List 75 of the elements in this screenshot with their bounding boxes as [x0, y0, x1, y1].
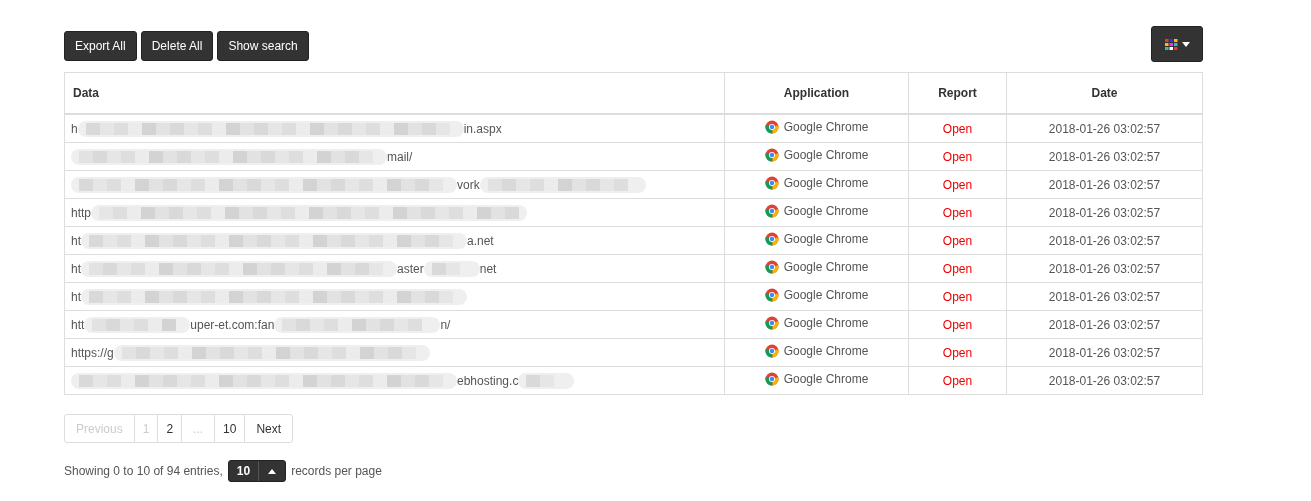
report-link[interactable]: Open [942, 121, 973, 136]
grid-icon [1164, 38, 1178, 50]
report-link[interactable]: Open [942, 317, 973, 332]
data-text: vork [457, 177, 480, 192]
date-text: 2018-01-26 03:02:57 [1048, 233, 1161, 248]
browser-icon [764, 120, 779, 134]
report-link[interactable]: Open [942, 177, 973, 192]
redaction-mosaic [518, 371, 575, 390]
page-button[interactable]: 10 [214, 414, 246, 443]
entries-summary: Showing 0 to 10 of 94 entries, [64, 464, 223, 478]
application-name: Google Chrome [783, 148, 869, 162]
data-text: aster [397, 261, 424, 276]
browser-icon [764, 204, 779, 218]
data-text: h [71, 121, 78, 136]
redaction-mosaic [423, 259, 480, 278]
application-name: Google Chrome [783, 176, 869, 190]
browser-icon [764, 232, 779, 246]
browser-icon [764, 344, 779, 358]
date-text: 2018-01-26 03:02:57 [1048, 205, 1161, 220]
report-link[interactable]: Open [942, 261, 973, 276]
caret-icon [268, 468, 277, 474]
application-name: Google Chrome [783, 260, 869, 274]
report-link[interactable]: Open [942, 233, 973, 248]
application-name: Google Chrome [783, 232, 869, 246]
data-text: ebhosting.c [457, 373, 519, 388]
report-link[interactable]: Open [942, 205, 973, 220]
data-text: https://g [71, 345, 114, 360]
toolbar-button[interactable]: Export All [64, 30, 137, 61]
report-link[interactable]: Open [942, 289, 973, 304]
date-text: 2018-01-26 03:02:57 [1048, 289, 1161, 304]
column-header[interactable]: Application [724, 72, 909, 114]
date-text: 2018-01-26 03:02:57 [1048, 261, 1161, 276]
data-text: net [479, 261, 497, 276]
date-text: 2018-01-26 03:02:57 [1048, 373, 1161, 388]
browser-icon [764, 260, 779, 274]
date-text: 2018-01-26 03:02:57 [1048, 317, 1161, 332]
date-text: 2018-01-26 03:02:57 [1048, 149, 1161, 164]
application-name: Google Chrome [783, 120, 869, 134]
toolbar-button[interactable]: Delete All [140, 30, 214, 61]
column-header[interactable]: Date [1006, 72, 1203, 114]
browser-icon [764, 288, 779, 302]
report-link[interactable]: Open [942, 149, 973, 164]
page-size-select[interactable]: 10 [227, 460, 287, 482]
data-text: htt [71, 317, 85, 332]
columns-menu-button[interactable] [1151, 26, 1203, 62]
browser-icon [764, 316, 779, 330]
toolbar-button[interactable]: Show search [217, 30, 309, 61]
application-name: Google Chrome [783, 344, 869, 358]
date-text: 2018-01-26 03:02:57 [1048, 345, 1161, 360]
data-text: n/ [440, 317, 451, 332]
application-name: Google Chrome [783, 316, 869, 330]
browser-icon [764, 148, 779, 162]
data-text: in.aspx [463, 121, 502, 136]
report-link[interactable]: Open [942, 373, 973, 388]
application-name: Google Chrome [783, 372, 869, 386]
data-text: http [71, 205, 91, 220]
date-text: 2018-01-26 03:02:57 [1048, 121, 1161, 136]
page-size-label: records per page [291, 464, 382, 478]
browser-icon [764, 372, 779, 386]
application-name: Google Chrome [783, 204, 869, 218]
data-text: mail/ [387, 149, 413, 164]
column-header[interactable]: Data [64, 72, 725, 114]
column-header[interactable]: Report [908, 72, 1007, 114]
browser-icon [764, 176, 779, 190]
page-button[interactable]: Next [244, 414, 294, 443]
date-text: 2018-01-26 03:02:57 [1048, 177, 1161, 192]
page-button[interactable]: 2 [157, 414, 183, 443]
data-text: ht [71, 289, 81, 304]
application-name: Google Chrome [783, 288, 869, 302]
report-link[interactable]: Open [942, 345, 973, 360]
data-text: ht [71, 261, 81, 276]
data-text: a.net [467, 233, 494, 248]
data-text: uper-et.com:fan [190, 317, 275, 332]
data-text: ht [71, 233, 81, 248]
caret-icon [1181, 41, 1190, 47]
